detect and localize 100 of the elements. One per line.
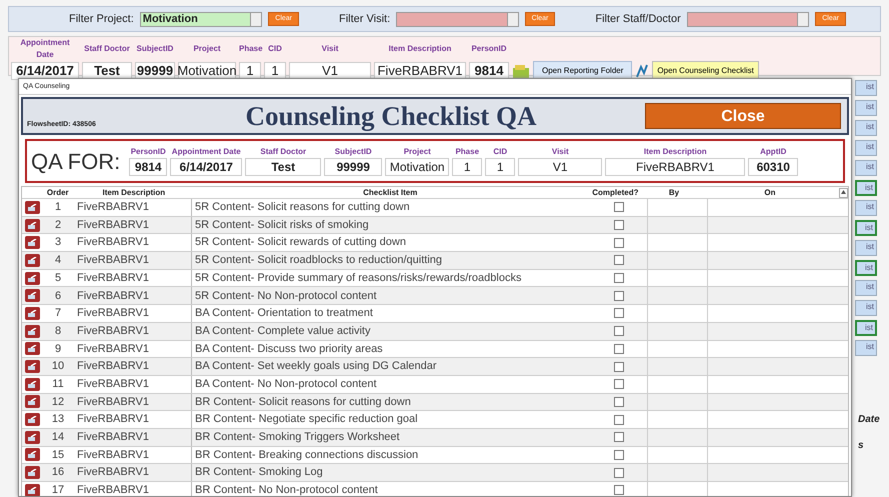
field-value: 6/14/2017 [11, 62, 79, 80]
form-button[interactable]: ist [855, 260, 877, 276]
form-button[interactable]: ist [855, 160, 877, 176]
edit-icon [28, 256, 36, 264]
row-button[interactable] [24, 448, 40, 462]
form-button[interactable]: ist [855, 120, 877, 136]
column-label: PersonID [470, 43, 508, 55]
checklist-item-cell-text: BR Content- No Non-protocol content [194, 483, 379, 496]
edit-icon [28, 486, 36, 494]
form-button[interactable]: ist [855, 300, 877, 316]
form-button[interactable]: ist [855, 180, 877, 196]
row-button[interactable] [24, 272, 40, 285]
order-cell-text: 16 [50, 465, 66, 480]
checklist-item-cell-text: BR Content- Smoking Triggers Worksheet [194, 430, 401, 446]
row-button[interactable] [24, 218, 40, 232]
order-cell-text: 17 [50, 483, 66, 496]
order-cell-text: 11 [51, 376, 65, 392]
column-label: Staff Doctor [260, 146, 306, 158]
form-button[interactable]: ist [855, 100, 877, 116]
edit-icon [28, 274, 36, 282]
item-description-cell: FiveRBABRV1 [74, 358, 192, 375]
checklist-item-cell-text: BA Content- Orientation to treatment [194, 306, 374, 322]
checkbox[interactable] [614, 255, 624, 266]
checkbox[interactable] [614, 326, 624, 336]
row-button[interactable] [24, 378, 40, 391]
row-button[interactable] [24, 395, 40, 408]
form-button[interactable]: ist [855, 280, 877, 296]
row-button[interactable] [24, 484, 40, 496]
scroll-up-button[interactable] [839, 188, 848, 198]
row-button[interactable] [24, 413, 40, 426]
column-label: Appointment Date [172, 146, 241, 158]
checkbox[interactable] [614, 273, 624, 284]
row-button[interactable] [24, 306, 40, 320]
edit-icon [28, 398, 36, 406]
form-button[interactable]: ist [855, 320, 877, 336]
order-cell-text: 12 [50, 394, 66, 410]
checkbox[interactable] [614, 379, 624, 390]
filter-dropdown[interactable] [686, 12, 810, 26]
filter-dropdown[interactable] [396, 12, 519, 26]
checkbox[interactable] [614, 468, 624, 478]
filter-label: Filter Visit: [339, 12, 390, 27]
row-button[interactable] [24, 254, 40, 267]
close-button[interactable]: Close [645, 103, 841, 129]
row-button[interactable] [24, 200, 40, 214]
form-button[interactable]: ist [855, 200, 877, 216]
column-label: Item Description [388, 43, 452, 55]
form-button[interactable]: ist [855, 220, 877, 236]
form-label: Date [858, 413, 880, 427]
item-description-cell: FiveRBABRV1 [74, 394, 192, 410]
filter-dropdown[interactable]: Motivation [140, 12, 262, 26]
checkbox[interactable] [614, 450, 624, 460]
checkbox[interactable] [614, 238, 624, 248]
checklist-item-cell-text: 5R Content- Solicit roadblocks to reduction/quitting [194, 253, 444, 268]
order-cell-text: 1 [54, 200, 62, 216]
column-label: CID [267, 43, 283, 55]
form-button[interactable]: ist [855, 340, 877, 356]
column-label: Visit [552, 146, 569, 158]
checkbox[interactable] [614, 362, 624, 372]
checklist-item-cell-text: 5R Content- Solicit reasons for cutting down [194, 200, 411, 216]
folder-icon[interactable] [512, 63, 530, 79]
form-button[interactable]: ist [855, 240, 877, 256]
column-label: CID [493, 146, 508, 158]
row-button[interactable] [24, 360, 40, 374]
field-value: V1 [518, 158, 602, 176]
checkbox[interactable] [614, 220, 624, 230]
checkbox[interactable] [614, 396, 624, 407]
order-cell-text: 4 [54, 253, 62, 268]
row-button[interactable] [24, 342, 40, 356]
field-value: 60310 [748, 158, 798, 176]
checklist-item-cell-text: BR Content- Breaking connections discussion [194, 448, 420, 463]
item-description-cell: FiveRBABRV1 [74, 216, 192, 234]
row-button[interactable] [24, 466, 40, 480]
row-button[interactable] [24, 289, 40, 302]
chart-icon[interactable] [635, 63, 650, 79]
checkbox[interactable] [614, 202, 624, 212]
order-cell-text: 8 [54, 324, 62, 339]
field-value: FiveRBABRV1 [605, 158, 746, 176]
item-description-cell: FiveRBABRV1 [74, 482, 192, 496]
column-label: Appointment Date [19, 37, 71, 61]
row-button[interactable] [24, 236, 40, 250]
edit-icon [28, 328, 36, 335]
order-cell-text: 2 [54, 218, 62, 233]
checklist-item-cell-text: BA Content- Set weekly goals using DG Calendar [194, 359, 438, 374]
checkbox[interactable] [614, 432, 624, 442]
order-cell-text: 7 [54, 306, 62, 322]
column-label: Project [192, 43, 222, 55]
form-button[interactable]: ist [855, 140, 877, 156]
column-label: ApptID [760, 146, 786, 158]
checkbox[interactable] [614, 290, 624, 301]
checkbox[interactable] [614, 344, 624, 354]
row-button[interactable] [24, 324, 40, 338]
order-cell-text: 15 [50, 448, 66, 463]
checkbox[interactable] [614, 485, 624, 496]
edit-icon [28, 239, 36, 246]
checkbox[interactable] [614, 308, 624, 318]
column-header: On [763, 187, 776, 198]
item-description-cell: FiveRBABRV1 [74, 464, 192, 481]
form-button[interactable]: ist [855, 80, 877, 96]
checkbox[interactable] [614, 414, 624, 425]
row-button[interactable] [24, 430, 40, 444]
